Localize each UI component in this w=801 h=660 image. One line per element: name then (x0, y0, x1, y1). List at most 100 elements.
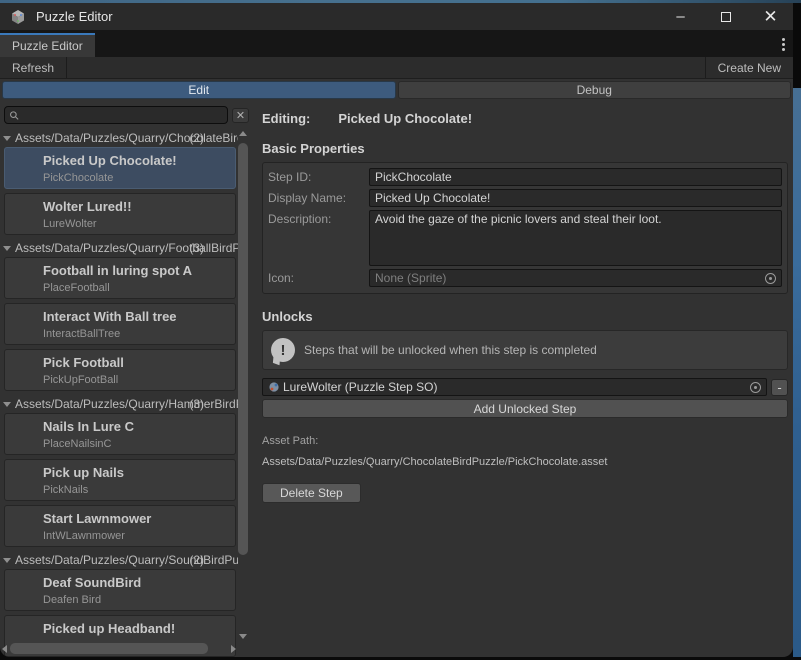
step-id-subtitle: PickUpFootBall (43, 374, 231, 386)
group-path: Assets/Data/Puzzles/Quarry/FootballBirdP… (15, 241, 238, 255)
puzzle-step-item[interactable]: Pick up Nails PickNails (4, 459, 236, 501)
step-id-subtitle: PlaceFootball (43, 282, 231, 294)
window-title: Puzzle Editor (36, 9, 113, 24)
unlocked-step-object-field[interactable]: LureWolter (Puzzle Step SO) (262, 378, 767, 396)
group-count: (3) (189, 397, 204, 411)
horizontal-scroll-thumb[interactable] (10, 643, 208, 654)
step-title: Pick Football (43, 355, 231, 370)
puzzle-step-item[interactable]: Picked Up Chocolate! PickChocolate (4, 147, 236, 189)
step-id-field[interactable]: PickChocolate (369, 168, 782, 186)
tree-group-header[interactable]: Assets/Data/Puzzles/Quarry/ChocolateBird… (0, 129, 238, 147)
maximize-button[interactable] (703, 3, 748, 30)
group-path: Assets/Data/Puzzles/Quarry/HammerBirdPuz… (15, 397, 238, 411)
tab-edit[interactable]: Edit (2, 81, 396, 99)
puzzle-step-item[interactable]: Wolter Lured!! LureWolter (4, 193, 236, 235)
step-list-sidebar: ✕ Assets/Data/Puzzles/Quarry/ChocolateBi… (0, 101, 250, 657)
editor-tab-strip: Puzzle Editor (0, 30, 793, 57)
toolbar: Refresh Create New (0, 57, 793, 79)
object-picker-icon[interactable] (750, 382, 761, 393)
step-id-label: Step ID: (268, 168, 369, 186)
unlocks-helpbox: ! Steps that will be unlocked when this … (262, 330, 788, 370)
tab-label: Puzzle Editor (12, 39, 83, 53)
display-name-field[interactable]: Picked Up Chocolate! (369, 189, 782, 207)
asset-path-label: Asset Path: (262, 435, 788, 447)
step-title: Deaf SoundBird (43, 575, 231, 590)
icon-label: Icon: (268, 269, 369, 287)
scroll-left-icon[interactable] (2, 645, 7, 653)
refresh-button[interactable]: Refresh (0, 57, 66, 78)
cube-app-icon (10, 9, 26, 25)
scroll-down-icon[interactable] (239, 634, 247, 639)
puzzle-step-item[interactable]: Start LawnmowerIntWLawnmower (4, 505, 236, 547)
info-icon: ! (271, 338, 295, 362)
title-bar[interactable]: Puzzle Editor – ✕ (0, 3, 793, 30)
step-title: Pick up Nails (43, 465, 231, 480)
display-name-label: Display Name: (268, 189, 369, 207)
group-count: (2) (189, 553, 204, 567)
puzzle-editor-window: Puzzle Editor – ✕ Puzzle Editor Refresh … (0, 3, 793, 657)
search-clear-button[interactable]: ✕ (232, 108, 249, 123)
icon-object-field[interactable]: None (Sprite) (369, 269, 782, 287)
puzzle-step-item[interactable]: Deaf SoundBird Deafen Bird (4, 569, 236, 611)
unlocked-step-row: LureWolter (Puzzle Step SO) - (262, 378, 788, 396)
search-box[interactable] (4, 106, 228, 124)
puzzle-step-item[interactable]: Nails In Lure C PlaceNailsinC (4, 413, 236, 455)
step-title: Picked up Headband! (43, 621, 231, 636)
tree-group-header[interactable]: Assets/Data/Puzzles/Quarry/HammerBirdPuz… (0, 395, 238, 413)
vertical-scroll-thumb[interactable] (238, 143, 248, 555)
background-strip-right (793, 88, 801, 657)
puzzle-step-item[interactable]: Interact With Ball tree InteractBallTree (4, 303, 236, 345)
mode-tab-bar: Edit Debug (0, 79, 793, 101)
search-input[interactable] (19, 108, 223, 122)
search-row: ✕ (0, 101, 250, 128)
add-unlocked-step-button[interactable]: Add Unlocked Step (262, 399, 788, 418)
foldout-triangle-icon (3, 402, 11, 407)
editing-label: Editing: (262, 111, 310, 126)
tree-group-header[interactable]: Assets/Data/Puzzles/Quarry/SoundBirdPuzz… (0, 551, 238, 569)
step-id-subtitle: Deafen Bird (43, 594, 231, 606)
close-button[interactable]: ✕ (748, 3, 793, 30)
step-id-subtitle: PickChocolate (43, 172, 231, 184)
object-picker-icon[interactable] (765, 273, 776, 284)
step-title: Nails In Lure C (43, 419, 231, 434)
basic-properties-header: Basic Properties (262, 141, 788, 156)
create-new-button[interactable]: Create New (706, 57, 793, 78)
minimize-button[interactable]: – (658, 3, 703, 30)
foldout-triangle-icon (3, 246, 11, 251)
asset-tree: Assets/Data/Puzzles/Quarry/ChocolateBird… (0, 128, 250, 657)
remove-unlocked-step-button[interactable]: - (771, 379, 788, 396)
puzzle-step-item[interactable]: Football in luring spot APlaceFootball (4, 257, 236, 299)
vertical-scrollbar[interactable] (238, 129, 249, 641)
delete-step-button[interactable]: Delete Step (262, 483, 361, 503)
icon-field-value: None (Sprite) (375, 270, 761, 286)
scriptable-object-icon (268, 381, 280, 393)
step-id-subtitle: InteractBallTree (43, 328, 231, 340)
step-title: Picked Up Chocolate! (43, 153, 231, 168)
tab-debug[interactable]: Debug (398, 81, 792, 99)
step-id-subtitle: LureWolter (43, 218, 231, 230)
tab-puzzle-editor[interactable]: Puzzle Editor (0, 33, 95, 57)
group-path: Assets/Data/Puzzles/Quarry/ChocolateBird… (15, 131, 238, 145)
editing-value: Picked Up Chocolate! (338, 111, 472, 126)
step-title: Interact With Ball tree (43, 309, 231, 324)
scroll-up-icon[interactable] (239, 131, 247, 136)
foldout-triangle-icon (3, 558, 11, 563)
step-editor-panel: Editing: Picked Up Chocolate! Basic Prop… (250, 101, 793, 657)
unlocks-help-text: Steps that will be unlocked when this st… (304, 343, 597, 357)
search-icon (9, 110, 19, 121)
unlocks-header: Unlocks (262, 309, 788, 324)
description-label: Description: (268, 210, 369, 266)
group-path: Assets/Data/Puzzles/Quarry/SoundBirdPuzz… (15, 553, 238, 567)
step-title: Wolter Lured!! (43, 199, 231, 214)
step-title: Start Lawnmower (43, 511, 231, 526)
group-count: (2) (189, 131, 204, 145)
step-id-subtitle: PlaceNailsinC (43, 438, 231, 450)
step-id-subtitle: PickNails (43, 484, 231, 496)
puzzle-step-item[interactable]: Pick Football PickUpFootBall (4, 349, 236, 391)
tree-group-header[interactable]: Assets/Data/Puzzles/Quarry/FootballBirdP… (0, 239, 238, 257)
kebab-menu-icon[interactable] (782, 38, 785, 51)
group-count: (3) (189, 241, 204, 255)
scroll-right-icon[interactable] (231, 645, 236, 653)
description-field[interactable]: Avoid the gaze of the picnic lovers and … (369, 210, 782, 266)
horizontal-scrollbar[interactable] (0, 642, 238, 655)
